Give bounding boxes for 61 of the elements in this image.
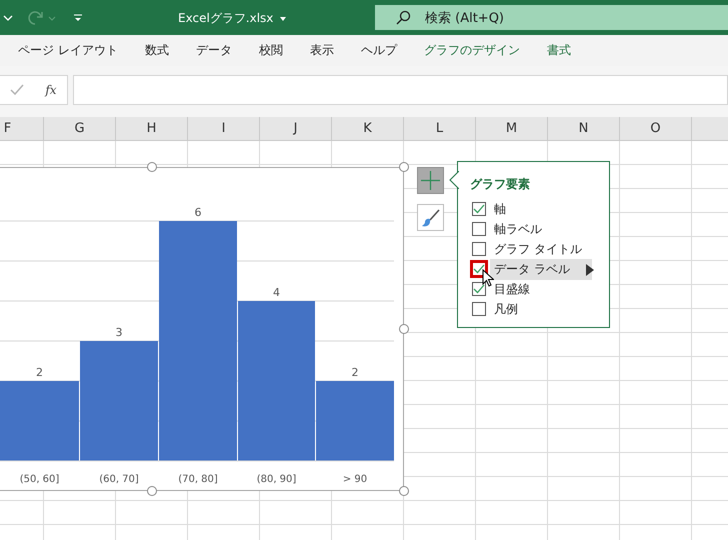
- redo-icon[interactable]: [26, 8, 46, 26]
- ribbon-tab[interactable]: グラフのデザイン: [424, 42, 520, 59]
- data-label: 2: [36, 366, 43, 379]
- column-header[interactable]: O: [620, 117, 692, 140]
- formula-input-field[interactable]: [73, 75, 728, 105]
- panel-title: グラフ要素: [470, 176, 531, 193]
- insert-function-button[interactable]: fx: [45, 83, 57, 97]
- category-label: (70, 80]: [178, 474, 218, 485]
- customize-toolbar-icon[interactable]: [73, 12, 83, 22]
- file-name[interactable]: Excelグラフ.xlsx: [178, 10, 274, 27]
- category-label: > 90: [342, 474, 368, 485]
- column-header[interactable]: H: [116, 117, 188, 140]
- ribbon-tab[interactable]: 数式: [144, 42, 169, 59]
- ribbon-tab[interactable]: ヘルプ: [360, 42, 397, 59]
- element-option[interactable]: 軸: [490, 198, 528, 220]
- search-icon: [395, 10, 411, 26]
- data-label: 3: [116, 326, 122, 339]
- element-option[interactable]: 目盛線: [490, 278, 552, 300]
- column-header[interactable]: K: [332, 117, 404, 140]
- category-label: (60, 70]: [99, 474, 139, 485]
- data-label: 4: [273, 286, 280, 299]
- checkbox[interactable]: [472, 202, 486, 216]
- column-header[interactable]: J: [260, 117, 332, 140]
- checkbox[interactable]: [472, 242, 486, 256]
- data-label: 6: [194, 206, 202, 219]
- element-option[interactable]: 軸ラベル: [490, 218, 564, 240]
- submenu-arrow-icon[interactable]: [586, 264, 594, 276]
- check-icon[interactable]: [10, 84, 24, 96]
- column-header[interactable]: M: [476, 117, 548, 140]
- chart-elements-button[interactable]: [417, 167, 444, 194]
- resize-handle[interactable]: [399, 486, 409, 496]
- column-header[interactable]: L: [404, 117, 476, 140]
- category-label: (50, 60]: [20, 474, 60, 485]
- ribbon-tab[interactable]: 表示: [310, 42, 334, 59]
- caret-icon[interactable]: [279, 16, 288, 22]
- resize-handle[interactable]: [399, 324, 409, 334]
- checkbox[interactable]: [472, 302, 486, 316]
- checkbox[interactable]: [472, 282, 486, 296]
- resize-handle[interactable]: [147, 162, 157, 172]
- mouse-pointer-icon: [482, 269, 494, 287]
- ribbon-tab[interactable]: 書式: [546, 42, 571, 59]
- column-header[interactable]: F: [0, 117, 44, 140]
- column-header[interactable]: G: [44, 117, 116, 140]
- paintbrush-icon: [420, 208, 440, 228]
- data-label: 2: [352, 366, 358, 379]
- category-label: (80, 90]: [256, 474, 296, 485]
- search-field[interactable]: 検索 (Alt+Q): [375, 5, 728, 30]
- ribbon-tab[interactable]: ページ レイアウト: [18, 42, 118, 59]
- chart-styles-button[interactable]: [417, 204, 444, 231]
- element-option[interactable]: 凡例: [490, 298, 540, 320]
- checkbox[interactable]: [472, 222, 486, 236]
- column-header[interactable]: N: [548, 117, 620, 140]
- element-option[interactable]: グラフ タイトル: [490, 238, 604, 260]
- ribbon-tab[interactable]: データ: [196, 42, 232, 59]
- column-header[interactable]: I: [188, 117, 260, 140]
- plus-icon: [421, 171, 440, 190]
- resize-handle[interactable]: [399, 162, 409, 172]
- resize-handle[interactable]: [147, 486, 157, 496]
- checkbox[interactable]: [472, 262, 486, 276]
- ribbon-tab[interactable]: 校閲: [258, 42, 283, 59]
- element-option[interactable]: データ ラベル: [490, 258, 592, 280]
